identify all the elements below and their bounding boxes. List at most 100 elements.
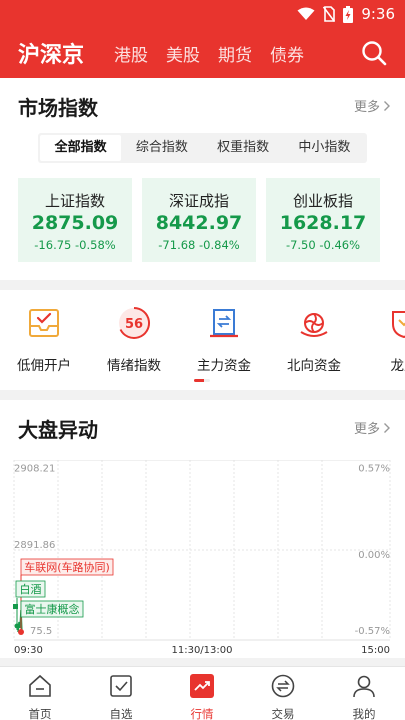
market-trend-icon (190, 674, 214, 698)
section-title-market-movers: 大盘异动 (18, 418, 98, 442)
tab-us-stocks[interactable]: 美股 (166, 41, 200, 66)
bottom-navigation: 首页 自选 行情 交易 我的 (0, 666, 405, 720)
status-bar: 9:36 (0, 0, 405, 28)
profile-icon (353, 675, 375, 698)
index-card-shenzhen[interactable]: 深证成指 8442.97 -71.68 -0.84% (142, 178, 256, 262)
nav-watchlist[interactable]: 自选 (86, 673, 156, 720)
sentiment-gauge-icon: 56 (119, 307, 150, 339)
y-right-mid: 0.00% (358, 550, 390, 561)
tab-bonds[interactable]: 债券 (270, 41, 304, 66)
entry-label: 主力资金 (197, 358, 251, 374)
no-sim-icon (323, 6, 336, 22)
northbound-bauhinia-icon (300, 313, 328, 337)
search-icon[interactable] (361, 40, 387, 66)
index-name: 上证指数 (44, 192, 105, 210)
wifi-icon (297, 7, 315, 20)
mover-dot (18, 629, 24, 635)
entry-low-commission-account[interactable]: 低佣开户 (4, 306, 84, 374)
mover-tag-label: 富士康概念 (25, 602, 80, 616)
index-change: -71.68 -0.84% (142, 238, 256, 252)
nav-market[interactable]: 行情 (167, 673, 237, 720)
mover-tag-down[interactable]: 富士康概念 (20, 600, 84, 618)
tab-futures[interactable]: 期货 (218, 41, 252, 66)
nav-label: 我的 (352, 707, 376, 720)
section-title-market-index: 市场指数 (18, 96, 98, 120)
entry-main-funds[interactable]: 主力资金 (184, 306, 264, 374)
entry-label: 龙虎 (390, 358, 405, 374)
index-name: 深证成指 (168, 192, 229, 210)
y-right-bottom: -0.57% (355, 626, 390, 637)
status-icons: 9:36 (297, 4, 395, 24)
nav-label: 行情 (190, 707, 214, 720)
index-value: 1628.17 (279, 212, 367, 234)
y-left-mid: 2891.86 (14, 540, 55, 551)
y-left-bottom: 75.5 (30, 626, 52, 637)
battery-charging-icon (343, 5, 354, 23)
nav-home[interactable]: 首页 (5, 673, 75, 720)
mover-tag-label: 白酒 (20, 582, 42, 596)
index-change-percent: -0.46% (319, 238, 361, 252)
watchlist-icon (110, 675, 132, 697)
sentiment-value: 56 (125, 317, 143, 332)
dragon-tiger-icon (392, 311, 405, 339)
main-funds-icon (210, 309, 238, 338)
tab-shanghai-shenzhen-beijing[interactable]: 沪深京 (18, 37, 84, 69)
mover-tag-up[interactable]: 车联网(车路协同) (20, 558, 114, 576)
nav-label: 首页 (28, 707, 52, 720)
quick-entries-card: 低佣开户 56 情绪指数 主力资金 北向资金 龙虎 (0, 290, 405, 390)
market-tabs: 沪深京 港股 美股 期货 债券 (0, 28, 304, 78)
index-change-points: -7.50 (285, 238, 316, 252)
trade-exchange-icon (271, 674, 295, 698)
x-label-midday: 11:30/13:00 (171, 645, 232, 656)
entry-label: 北向资金 (287, 358, 341, 374)
index-category-segments: 全部指数 综合指数 权重指数 中小指数 (38, 133, 367, 163)
mover-tag-label: 车联网(车路协同) (24, 560, 110, 574)
index-name: 创业板指 (292, 192, 353, 210)
mover-tag-down[interactable]: 白酒 (15, 580, 46, 598)
entries-scroll-indicator-fill (194, 379, 204, 382)
mover-dot (14, 623, 20, 629)
account-open-icon (29, 309, 59, 337)
intraday-chart[interactable]: 2908.21 2891.86 75.5 0.57% 0.00% -0.57% … (0, 460, 405, 658)
index-change: -16.75 -0.58% (18, 238, 132, 252)
chevron-right-icon (384, 422, 390, 433)
index-change: -7.50 -0.46% (266, 238, 380, 252)
nav-label: 交易 (271, 707, 295, 720)
tab-hk-stocks[interactable]: 港股 (114, 41, 148, 66)
x-label-close: 15:00 (361, 645, 390, 656)
mover-marker (13, 604, 18, 609)
market-movers-more-link[interactable]: 更多 (354, 418, 391, 437)
entries-scroll-indicator (194, 379, 210, 382)
index-change-percent: -0.58% (75, 238, 116, 252)
index-card-shanghai[interactable]: 上证指数 2875.09 -16.75 -0.58% (18, 178, 132, 262)
entry-dragon-tiger[interactable]: 龙虎 (364, 306, 405, 374)
nav-label: 自选 (109, 707, 133, 720)
index-change-points: -16.75 (34, 238, 72, 252)
segment-weighted-indices[interactable]: 权重指数 (203, 135, 284, 161)
entry-northbound-funds[interactable]: 北向资金 (274, 306, 354, 374)
nav-trade[interactable]: 交易 (248, 673, 318, 720)
segment-all-indices[interactable]: 全部指数 (40, 135, 122, 161)
segment-composite-indices[interactable]: 综合指数 (121, 135, 202, 161)
entry-label: 情绪指数 (107, 358, 161, 374)
index-change-percent: -0.84% (199, 238, 240, 252)
index-value: 8442.97 (155, 212, 243, 234)
entry-sentiment-index[interactable]: 56 情绪指数 (94, 306, 174, 374)
market-index-card: 市场指数 更多 全部指数 综合指数 权重指数 中小指数 上证指数 2875.09… (0, 78, 405, 280)
app-header: 沪深京 港股 美股 期货 债券 (0, 28, 405, 78)
y-right-top: 0.57% (358, 463, 390, 474)
market-index-more-link[interactable]: 更多 (354, 96, 391, 115)
home-icon (29, 674, 51, 697)
status-time: 9:36 (361, 5, 395, 23)
segment-small-mid-indices[interactable]: 中小指数 (284, 135, 365, 161)
y-left-top: 2908.21 (14, 463, 55, 474)
x-label-open: 09:30 (14, 645, 43, 656)
index-change-points: -71.68 (158, 238, 196, 252)
more-label: 更多 (353, 100, 380, 115)
market-movers-card: 大盘异动 更多 2908.21 2891.86 75.5 0.57% 0.00% (0, 400, 405, 658)
entry-label: 低佣开户 (17, 358, 71, 374)
index-card-chinext[interactable]: 创业板指 1628.17 -7.50 -0.46% (266, 178, 380, 262)
nav-profile[interactable]: 我的 (329, 673, 399, 720)
more-label: 更多 (353, 422, 380, 437)
chevron-right-icon (384, 100, 390, 111)
